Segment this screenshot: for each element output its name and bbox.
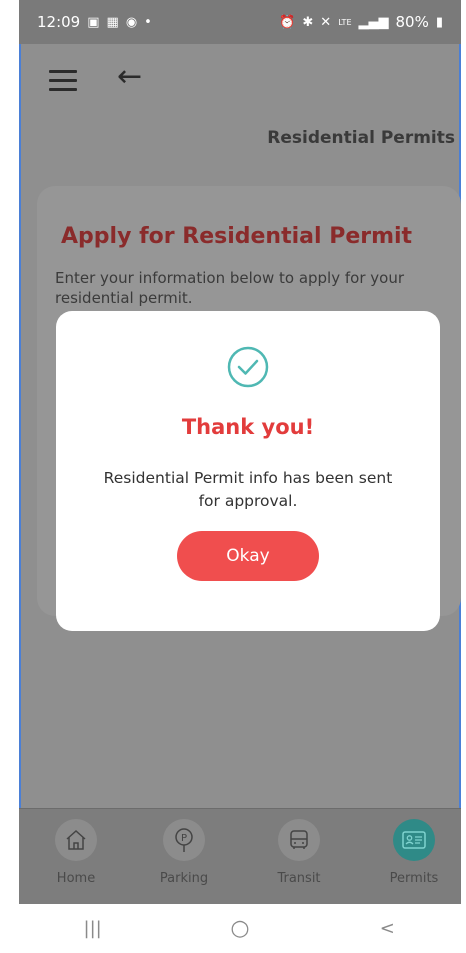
image-icon: ▣ bbox=[87, 14, 100, 30]
nav-item-parking[interactable]: P Parking bbox=[139, 819, 229, 886]
battery-level: 80% bbox=[395, 13, 429, 31]
system-nav-bar: ||| ○ < bbox=[19, 904, 461, 953]
battery-icon: ▮ bbox=[435, 14, 443, 30]
lte-icon: LTE bbox=[338, 17, 352, 27]
nav-label-parking: Parking bbox=[159, 871, 209, 886]
hamburger-menu-icon[interactable] bbox=[49, 70, 77, 94]
nav-item-home[interactable]: Home bbox=[31, 819, 121, 886]
nav-item-permits[interactable]: Permits bbox=[369, 819, 459, 886]
calendar-icon: ▦ bbox=[106, 14, 119, 30]
signal-icon: ▂▄▆ bbox=[358, 14, 389, 30]
modal-title: Thank you! bbox=[181, 415, 315, 439]
status-bar: 12:09 ▣ ▦ ◉ • ⏰ ✱ ✕ LTE ▂▄▆ 80% ▮ bbox=[19, 0, 461, 44]
alarm-icon: ⏰ bbox=[279, 14, 296, 30]
back-button[interactable]: < bbox=[357, 918, 417, 939]
form-title: Apply for Residential Permit bbox=[61, 224, 413, 249]
form-description: Enter your information below to apply fo… bbox=[55, 269, 404, 307]
app-header: ← Residential Permits bbox=[19, 44, 461, 154]
nav-label-transit: Transit bbox=[277, 871, 321, 886]
clock-icon: ◉ bbox=[125, 14, 138, 30]
bottom-nav: Home P Parking Transit Permits bbox=[19, 808, 461, 905]
nav-label-permits: Permits bbox=[389, 871, 439, 886]
bluetooth-icon: ✱ bbox=[302, 14, 314, 30]
app-screen: 12:09 ▣ ▦ ◉ • ⏰ ✱ ✕ LTE ▂▄▆ 80% ▮ ← Resi… bbox=[19, 0, 461, 953]
mute-icon: ✕ bbox=[320, 14, 332, 30]
bus-icon bbox=[278, 819, 320, 861]
status-time: 12:09 bbox=[37, 13, 81, 31]
check-circle-icon bbox=[227, 346, 269, 388]
nav-label-home: Home bbox=[56, 871, 96, 886]
okay-button[interactable]: Okay bbox=[177, 531, 319, 581]
parking-meter-icon: P bbox=[163, 819, 205, 861]
id-card-icon bbox=[393, 819, 435, 861]
modal-message: Residential Permit info has been sent fo… bbox=[103, 469, 393, 510]
recents-button[interactable]: ||| bbox=[63, 918, 123, 939]
dot-icon: • bbox=[144, 14, 152, 30]
home-button[interactable]: ○ bbox=[210, 916, 270, 941]
svg-text:P: P bbox=[181, 833, 187, 844]
nav-item-transit[interactable]: Transit bbox=[254, 819, 344, 886]
confirmation-modal: Thank you! Residential Permit info has b… bbox=[56, 311, 440, 631]
back-arrow-icon[interactable]: ← bbox=[117, 62, 142, 92]
page-title: Residential Permits bbox=[267, 128, 455, 148]
home-icon bbox=[55, 819, 97, 861]
